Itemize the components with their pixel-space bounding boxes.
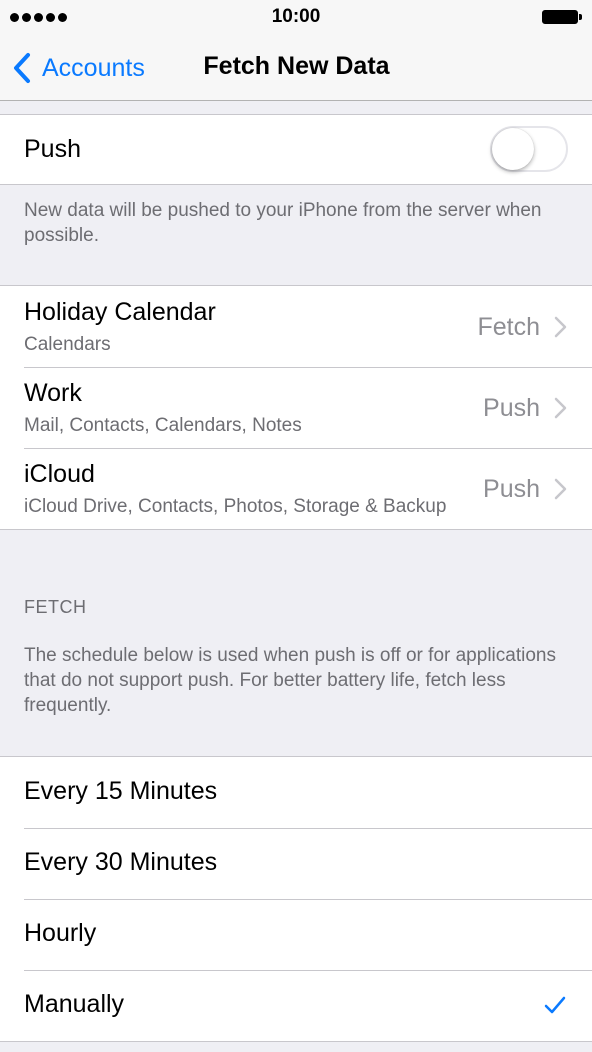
status-bar: 10:00: [0, 0, 592, 36]
schedule-option-label: Hourly: [24, 919, 97, 947]
push-label: Push: [24, 135, 81, 163]
navigation-bar: Accounts Fetch New Data: [0, 36, 592, 101]
fetch-section-header: FETCH: [24, 597, 87, 617]
status-time: 10:00: [271, 6, 321, 27]
schedule-option-label: Every 30 Minutes: [24, 848, 218, 876]
chevron-right-icon: [554, 397, 567, 419]
checkmark-icon: [544, 996, 566, 1014]
account-row-icloud[interactable]: iCloud iCloud Drive, Contacts, Photos, S…: [0, 448, 592, 529]
schedule-group: Every 15 Minutes Every 30 Minutes Hourly…: [0, 756, 592, 1042]
account-title: iCloud: [24, 460, 95, 488]
account-title: Holiday Calendar: [24, 298, 216, 326]
schedule-option-manually[interactable]: Manually: [0, 970, 592, 1041]
schedule-option-every-15-minutes[interactable]: Every 15 Minutes: [0, 757, 592, 828]
push-row: Push: [0, 115, 592, 184]
account-subtitle: iCloud Drive, Contacts, Photos, Storage …: [24, 496, 447, 517]
toggle-knob: [492, 128, 534, 170]
push-note: New data will be pushed to your iPhone f…: [24, 200, 542, 246]
account-fetch-mode: Push: [483, 394, 540, 422]
battery-full-icon: [542, 10, 582, 24]
account-subtitle: Mail, Contacts, Calendars, Notes: [24, 415, 302, 436]
chevron-right-icon: [554, 316, 567, 338]
account-fetch-mode: Push: [483, 475, 540, 503]
accounts-group: Holiday Calendar Calendars Fetch Work Ma…: [0, 285, 592, 530]
schedule-option-label: Every 15 Minutes: [24, 777, 218, 805]
account-title: Work: [24, 379, 82, 407]
schedule-option-every-30-minutes[interactable]: Every 30 Minutes: [0, 828, 592, 899]
fetch-note: The schedule below is used when push is …: [24, 645, 556, 716]
page-title: Fetch New Data: [203, 52, 390, 80]
chevron-right-icon: [554, 478, 567, 500]
account-row-holiday-calendar[interactable]: Holiday Calendar Calendars Fetch: [0, 286, 592, 367]
push-group: Push: [0, 114, 592, 185]
schedule-option-hourly[interactable]: Hourly: [0, 899, 592, 970]
account-fetch-mode: Fetch: [477, 313, 540, 341]
account-subtitle: Calendars: [24, 334, 111, 355]
push-toggle[interactable]: [490, 126, 568, 172]
schedule-option-label: Manually: [24, 990, 125, 1018]
account-row-work[interactable]: Work Mail, Contacts, Calendars, Notes Pu…: [0, 367, 592, 448]
